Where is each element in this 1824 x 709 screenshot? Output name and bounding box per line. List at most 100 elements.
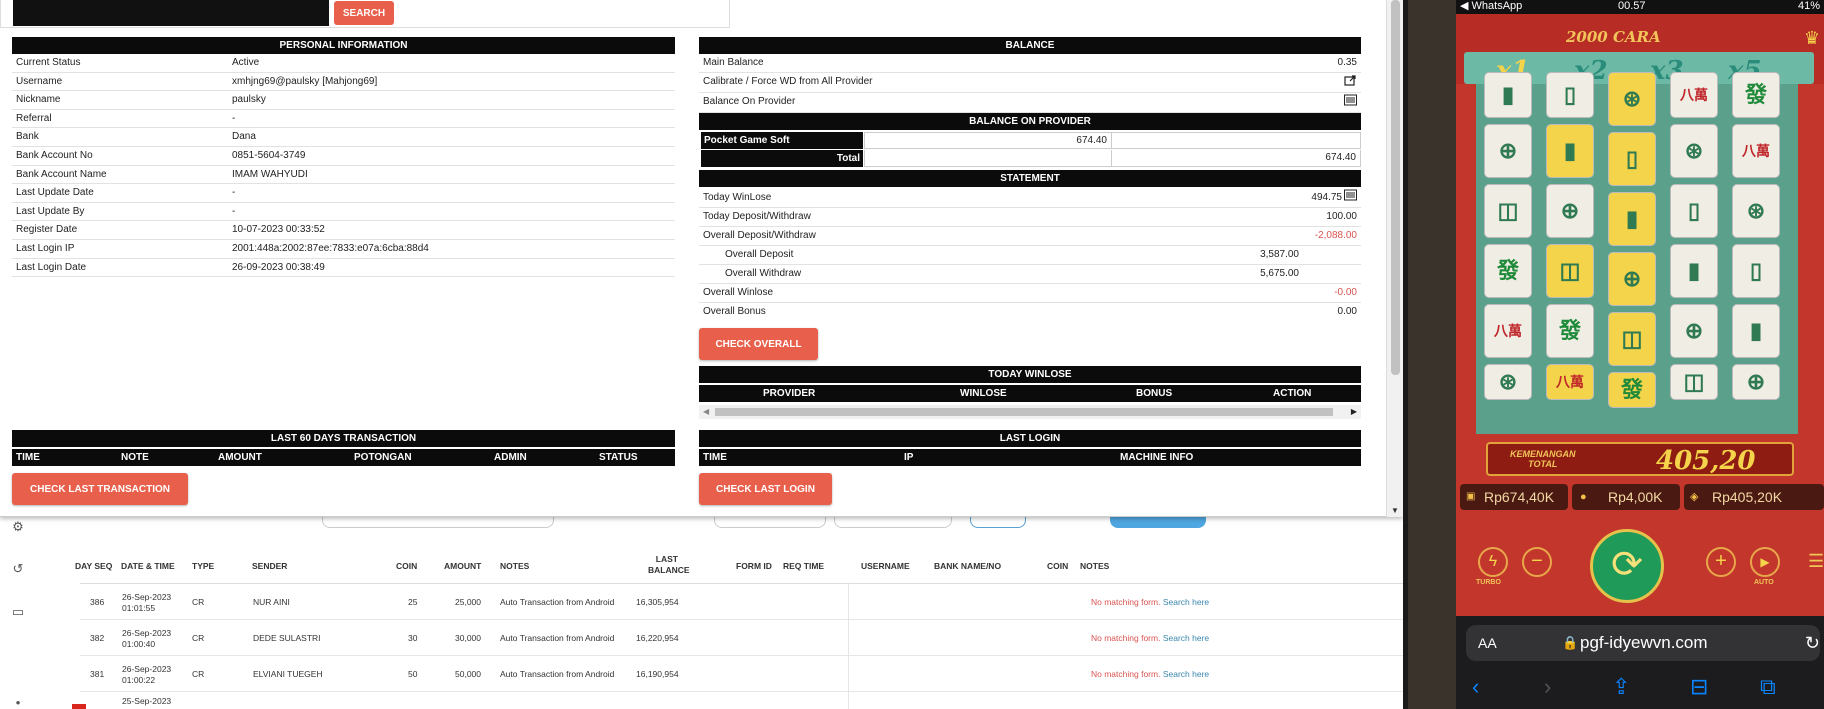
calibrate-label: Calibrate / Force WD from All Provider bbox=[703, 76, 873, 87]
menu-icon[interactable]: ☰ bbox=[1808, 551, 1824, 572]
stat-bet: ● Rp4,00K bbox=[1572, 484, 1680, 510]
row-seq: 386 bbox=[90, 597, 105, 607]
auto-label: AUTO bbox=[1754, 579, 1774, 586]
share-icon[interactable] bbox=[1344, 74, 1357, 93]
minus-icon[interactable]: − bbox=[1522, 547, 1552, 577]
scroll-thumb[interactable] bbox=[715, 408, 1333, 416]
today-dw-label: Today Deposit/Withdraw bbox=[703, 211, 811, 222]
main-balance-value: 0.35 bbox=[1337, 57, 1357, 68]
text-size-button[interactable]: AA bbox=[1478, 625, 1497, 661]
more-icon[interactable]: • bbox=[11, 696, 25, 709]
mahjong-tile: ⊕ bbox=[1608, 252, 1656, 306]
total-win-value: 405,20 bbox=[1656, 446, 1756, 476]
search-input[interactable] bbox=[13, 0, 329, 26]
modal-scrollbar[interactable]: ▼ bbox=[1386, 0, 1403, 517]
back-icon[interactable]: ‹ bbox=[1472, 674, 1479, 700]
mahjong-tile: ▯ bbox=[1732, 244, 1780, 298]
coins-icon: ● bbox=[1580, 491, 1587, 503]
scroll-right-icon[interactable]: ▶ bbox=[1351, 407, 1357, 416]
row-notes: Auto Transaction from Android bbox=[500, 597, 615, 607]
total-win-banner: KEMENANGAN TOTAL 405,20 bbox=[1486, 442, 1794, 476]
table-row[interactable]: 382 26-Sep-2023 01:00:40 CR DEDE SULASTR… bbox=[80, 620, 1408, 656]
mahjong-tile: ⊛ bbox=[1608, 72, 1656, 126]
personal-info-row: Referral - bbox=[12, 110, 675, 129]
search-here-link[interactable]: Search here bbox=[1163, 597, 1209, 607]
balance-on-provider-label: Balance On Provider bbox=[703, 96, 796, 107]
overall-deposit-row: Overall Deposit 3,587.00 bbox=[699, 246, 1361, 265]
stat-win: ◈ Rp405,20K bbox=[1684, 484, 1824, 510]
search-here-link[interactable]: Search here bbox=[1163, 633, 1209, 643]
personal-info-label: Last Login Date bbox=[16, 261, 87, 273]
search-here-link[interactable]: Search here bbox=[1163, 669, 1209, 679]
status-back-app[interactable]: ◀ WhatsApp bbox=[1460, 0, 1522, 12]
col-type: TYPE bbox=[192, 561, 215, 571]
personal-info-row: Last Update Date - bbox=[12, 184, 675, 203]
flag-badge bbox=[72, 704, 86, 709]
stat-balance: ▣ Rp674,40K bbox=[1460, 484, 1568, 510]
stat-balance-value: Rp674,40K bbox=[1484, 489, 1555, 505]
share-icon[interactable]: ⇪ bbox=[1612, 674, 1630, 700]
table-row[interactable]: 386 26-Sep-2023 01:01:55 CR NUR AINI 25 … bbox=[80, 584, 1408, 620]
list-icon[interactable] bbox=[1344, 94, 1357, 113]
scroll-down-icon[interactable]: ▼ bbox=[1391, 506, 1399, 515]
mahjong-tile: ◫ bbox=[1608, 312, 1656, 366]
book-icon[interactable]: ▭ bbox=[11, 605, 25, 619]
total-empty-cell bbox=[864, 150, 1112, 167]
overall-winlose-row: Overall Winlose -0.00 bbox=[699, 284, 1361, 303]
check-overall-button[interactable]: CHECK OVERALL bbox=[699, 328, 818, 360]
reload-icon[interactable]: ↻ bbox=[1805, 625, 1820, 661]
trophy-icon[interactable]: ♛ bbox=[1804, 28, 1820, 49]
url-field[interactable]: AA 🔒 pgf-idyewvn.com ↻ bbox=[1466, 625, 1820, 661]
horizontal-scrollbar[interactable]: ◀ ▶ bbox=[699, 405, 1361, 419]
personal-info-row: Nickname paulsky bbox=[12, 91, 675, 110]
forward-icon[interactable]: › bbox=[1544, 674, 1551, 700]
check-last-transaction-button[interactable]: CHECK LAST TRANSACTION bbox=[12, 473, 188, 505]
col-coin-2: COIN bbox=[1047, 561, 1069, 571]
personal-info-label: Last Login IP bbox=[16, 243, 75, 254]
table-row[interactable]: 381 26-Sep-2023 01:00:22 CR ELVIANI TUEG… bbox=[80, 656, 1408, 692]
mahjong-tile: ▮ bbox=[1670, 244, 1718, 298]
main-balance-label: Main Balance bbox=[703, 57, 764, 68]
user-tag-icon[interactable]: ⚙ bbox=[11, 520, 25, 534]
overall-winlose-label: Overall Winlose bbox=[703, 287, 774, 298]
check-last-login-button[interactable]: CHECK LAST LOGIN bbox=[699, 473, 832, 505]
personal-info-value: 2001:448a:2002:87ee:7833:e07a:6cba:88d4 bbox=[232, 243, 429, 254]
col-coin: COIN bbox=[396, 561, 418, 571]
no-match-text: No matching form. bbox=[1091, 669, 1161, 679]
provider-value: 674.40 bbox=[864, 132, 1112, 149]
personal-info-label: Bank bbox=[16, 131, 39, 143]
overall-bonus-label: Overall Bonus bbox=[703, 306, 766, 317]
phone-status-bar: ◀ WhatsApp 00.57 41% bbox=[1456, 0, 1824, 14]
tabs-icon[interactable]: ⧉ bbox=[1760, 674, 1776, 700]
modal-scroll-thumb[interactable] bbox=[1391, 0, 1400, 375]
col-time: TIME bbox=[703, 452, 727, 463]
mahjong-tile: ⊛ bbox=[1484, 364, 1532, 400]
turbo-label: TURBO bbox=[1476, 579, 1501, 586]
row-sender: DEDE SULASTRI bbox=[253, 633, 321, 643]
mahjong-tile: ⊕ bbox=[1670, 304, 1718, 358]
personal-info-value: - bbox=[232, 205, 236, 217]
spin-button[interactable]: ⟳ bbox=[1590, 529, 1664, 603]
personal-info-label: Last Update By bbox=[16, 205, 85, 217]
col-time: TIME bbox=[16, 452, 40, 463]
row-seq: 381 bbox=[90, 669, 105, 679]
auto-play-icon[interactable]: ▶ bbox=[1750, 547, 1780, 577]
turbo-icon[interactable]: ϟ bbox=[1478, 547, 1508, 577]
overall-withdraw-label: Overall Withdraw bbox=[725, 268, 802, 279]
overall-bonus-row: Overall Bonus 0.00 bbox=[699, 303, 1361, 322]
last-login-header: LAST LOGIN bbox=[699, 430, 1361, 447]
table-row[interactable]: 25-Sep-2023 bbox=[72, 692, 1408, 709]
reels-board: ▮ ⊕ ◫ 發八萬 ⊛ ▯ ▮ ⊕ ◫ 發八萬 ⊛ ▯ ▮ ⊕ ◫ 發八萬 ⊛ ▯ ▮ ⊕ ◫ 發八萬 ⊛ ▯ ▮ ⊕ bbox=[1476, 72, 1798, 434]
bookmarks-icon[interactable]: ⊟ bbox=[1690, 674, 1708, 700]
table-header: DAY SEQ DATE & TIME TYPE SENDER COIN AMO… bbox=[75, 548, 1408, 584]
plus-icon[interactable]: + bbox=[1706, 547, 1736, 577]
history-icon[interactable]: ↺ bbox=[11, 562, 25, 576]
row-notes: Auto Transaction from Android bbox=[500, 633, 615, 643]
list-icon[interactable] bbox=[1344, 189, 1357, 208]
total-label: Total bbox=[701, 150, 863, 167]
search-button[interactable]: SEARCH bbox=[334, 1, 394, 25]
last-login-columns: TIME IP MACHINE INFO bbox=[699, 449, 1361, 466]
mahjong-tile: ◫ bbox=[1546, 244, 1594, 298]
no-match-text: No matching form. bbox=[1091, 633, 1161, 643]
scroll-left-icon[interactable]: ◀ bbox=[703, 407, 709, 416]
